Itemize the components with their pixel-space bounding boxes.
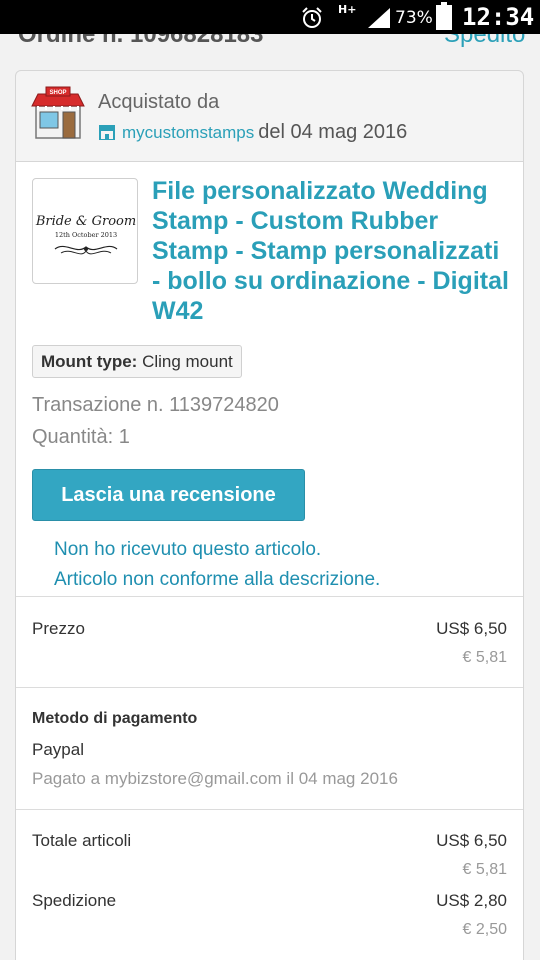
stamp-preview-image: Bride & Groom 12th October 2013 — [35, 214, 136, 255]
network-type: H+ — [338, 3, 357, 16]
purchased-by-label: Acquistato da — [98, 91, 220, 113]
clock: 12:34 — [462, 3, 535, 31]
items-total-usd: US$ 6,50 — [436, 831, 507, 850]
order-header: Ordine n. 1096828183 Spedito — [0, 34, 540, 48]
payment-method: Paypal — [32, 740, 84, 759]
signal-icon — [368, 8, 390, 28]
shipping-label: Spedizione — [32, 891, 117, 910]
variation-value: Cling mount — [142, 352, 233, 371]
store-icon — [99, 125, 115, 140]
order-title: Ordine n. 1096828183 — [18, 34, 264, 48]
not-as-described-link[interactable]: Articolo non conforme alla descrizione. — [54, 569, 380, 591]
purchase-date: del 04 mag 2016 — [258, 121, 408, 143]
divider — [16, 809, 523, 810]
shop-logo-icon: SHOP — [31, 86, 85, 139]
seller-line: mycustomstamps del 04 mag 2016 — [98, 121, 407, 144]
price-usd: US$ 6,50 — [436, 619, 507, 638]
price-label: Prezzo — [32, 619, 85, 638]
shipping-eur: € 2,50 — [462, 921, 507, 938]
items-total-label: Totale articoli — [32, 831, 132, 850]
payment-method-title: Metodo di pagamento — [32, 710, 198, 727]
order-status: Spedito — [444, 34, 526, 48]
variation-badge: Mount type: Cling mount — [32, 345, 242, 378]
shipping-usd: US$ 2,80 — [436, 891, 507, 910]
svg-text:SHOP: SHOP — [49, 90, 66, 96]
not-received-link[interactable]: Non ho ricevuto questo articolo. — [54, 539, 321, 561]
svg-text:12th October 2013: 12th October 2013 — [55, 231, 117, 239]
svg-text:Bride & Groom: Bride & Groom — [35, 214, 136, 229]
payment-detail: Pagato a mybizstore@gmail.com il 04 mag … — [32, 769, 398, 788]
order-item-card: Bride & Groom 12th October 2013 File per… — [15, 162, 524, 960]
item-thumbnail[interactable]: Bride & Groom 12th October 2013 — [32, 178, 138, 284]
quantity: Quantità: 1 — [32, 426, 130, 448]
items-total-eur: € 5,81 — [462, 861, 507, 878]
battery-percent: 73% — [395, 8, 433, 28]
alarm-icon — [302, 7, 322, 28]
battery-icon — [436, 2, 452, 30]
seller-card: SHOP Acquistato da mycustomstamps del 04 … — [15, 70, 524, 162]
divider — [16, 596, 523, 597]
price-eur: € 5,81 — [462, 649, 507, 666]
status-bar: H+ 73% 12:34 — [0, 0, 540, 34]
seller-shop-link[interactable]: mycustomstamps — [122, 123, 254, 142]
divider — [16, 687, 523, 688]
variation-key: Mount type: — [41, 352, 138, 371]
transaction-number: Transazione n. 1139724820 — [32, 394, 279, 416]
item-title-link[interactable]: File personalizzato Wedding Stamp - Cust… — [152, 176, 512, 326]
leave-review-button[interactable]: Lascia una recensione — [32, 469, 305, 521]
